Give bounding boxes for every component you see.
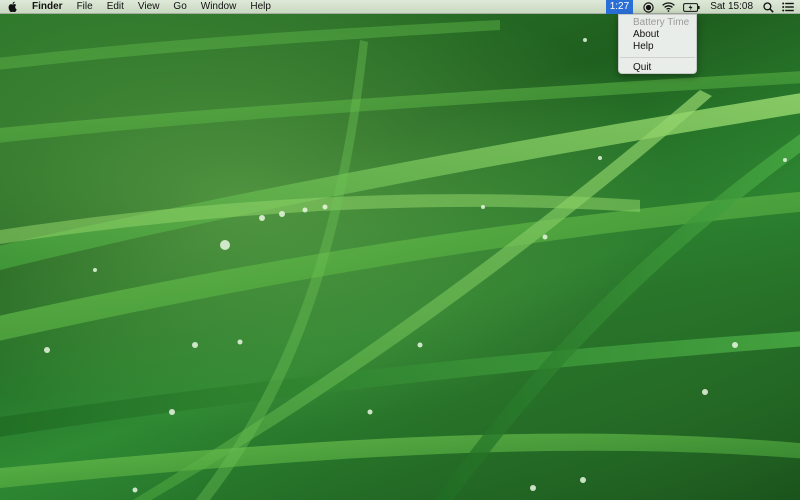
menu-item-help[interactable]: Help <box>619 41 696 53</box>
spotlight-search-icon[interactable] <box>759 0 778 14</box>
menu-go[interactable]: Go <box>166 0 193 14</box>
menu-item-about[interactable]: About <box>619 29 696 41</box>
menu-help[interactable]: Help <box>243 0 278 14</box>
status-menus: 1:27 Sat 15:08 <box>605 0 800 14</box>
record-icon[interactable] <box>639 0 658 14</box>
apple-icon[interactable] <box>0 0 26 14</box>
menu-view[interactable]: View <box>131 0 167 14</box>
notification-center-icon[interactable] <box>778 0 800 14</box>
menu-bar: Finder File Edit View Go Window Help 1:2… <box>0 0 800 14</box>
battery-icon[interactable] <box>679 0 704 14</box>
menu-separator <box>620 57 695 58</box>
menu-file[interactable]: File <box>70 0 100 14</box>
battery-time-menu: Battery Time About Help Quit <box>618 14 697 74</box>
menu-bar-clock[interactable]: Sat 15:08 <box>704 0 759 14</box>
menu-edit[interactable]: Edit <box>100 0 131 14</box>
wifi-icon[interactable] <box>658 0 679 14</box>
battery-time-status-item[interactable]: 1:27 <box>605 0 634 14</box>
menu-finder[interactable]: Finder <box>26 0 70 14</box>
menu-item-quit[interactable]: Quit <box>619 62 696 74</box>
desktop-wallpaper <box>0 0 800 500</box>
battery-time-menu-header: Battery Time <box>633 17 690 28</box>
menu-window[interactable]: Window <box>194 0 244 14</box>
